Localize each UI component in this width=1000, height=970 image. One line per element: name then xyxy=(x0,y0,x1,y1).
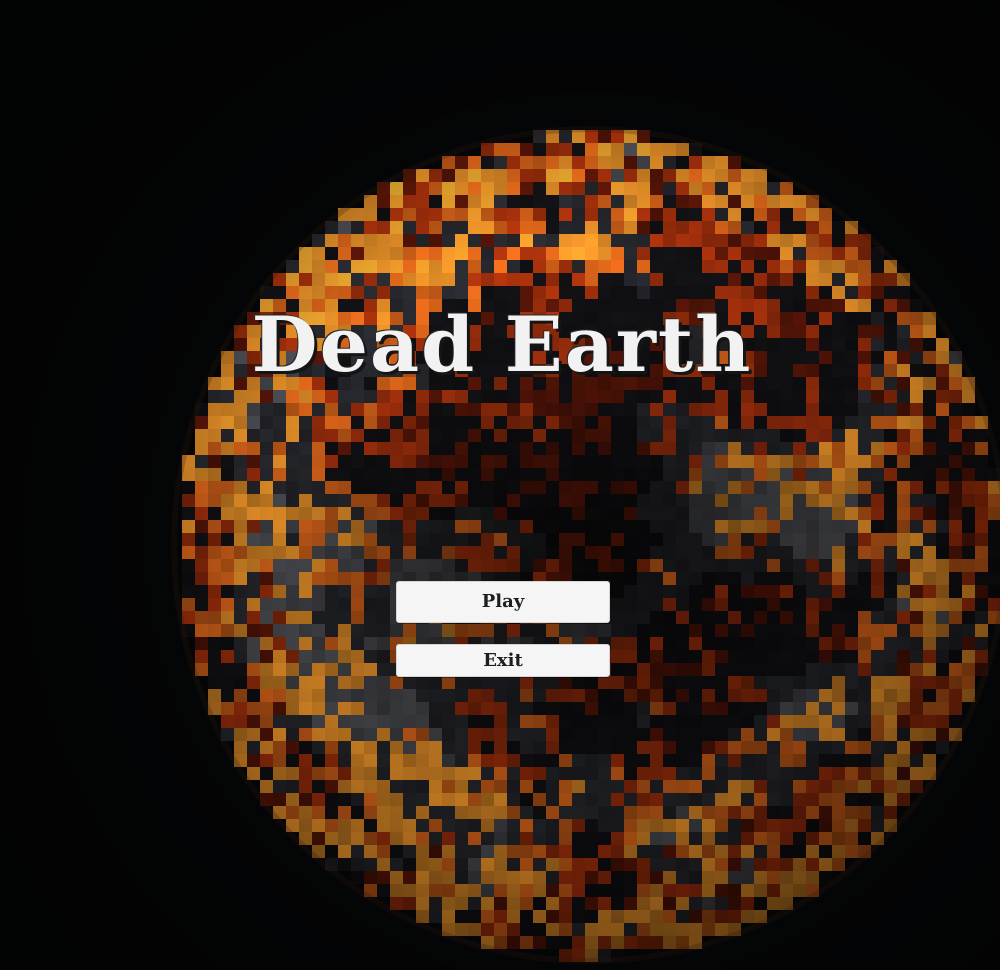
game-screen: Dead Earth Play Exit xyxy=(0,0,1000,970)
play-button[interactable]: Play xyxy=(396,581,610,623)
game-title: Dead Earth xyxy=(251,300,753,389)
main-menu: Play Exit xyxy=(396,581,610,677)
planet-background xyxy=(0,0,1000,970)
exit-button[interactable]: Exit xyxy=(396,644,610,677)
